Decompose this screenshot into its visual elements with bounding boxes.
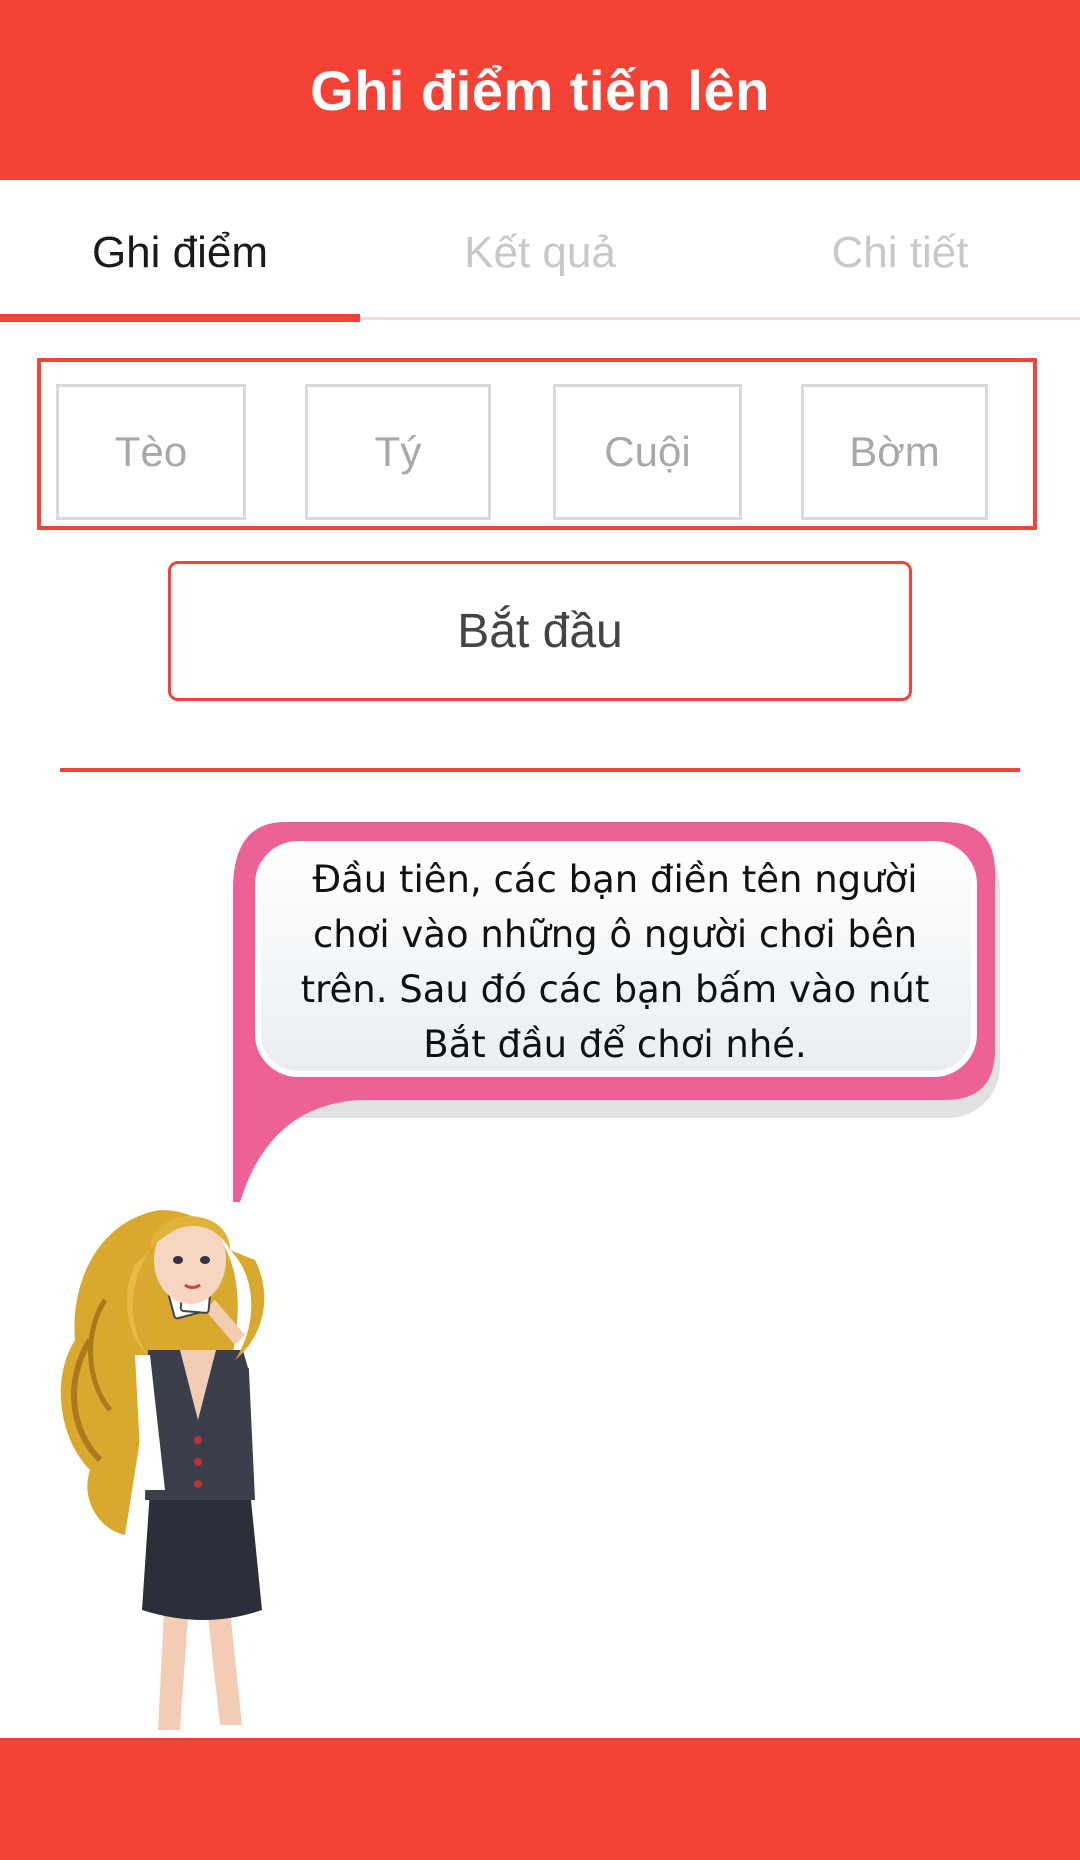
tab-label: Ghi điểm <box>91 227 269 277</box>
player-4-input[interactable] <box>801 384 988 520</box>
active-tab-indicator <box>0 314 360 322</box>
tab-ghi-diem[interactable]: Ghi điểm <box>0 180 360 325</box>
tab-bar: Ghi điểm Kết quả Chi tiết <box>0 180 1080 325</box>
guide-message: Đầu tiên, các bạn điền tên người chơi và… <box>300 858 930 1066</box>
player-2-input[interactable] <box>305 384 491 520</box>
app-header: Ghi điểm tiến lên <box>0 0 1080 180</box>
start-button[interactable]: Bắt đầu <box>168 561 912 701</box>
bottom-banner <box>0 1738 1080 1860</box>
tab-ket-qua[interactable]: Kết quả <box>360 180 720 325</box>
player-1-input[interactable] <box>56 384 246 520</box>
card-dealer-girl-icon <box>60 1210 300 1730</box>
player-names-panel <box>37 358 1037 530</box>
tab-label: Kết quả <box>464 227 616 277</box>
tab-label: Chi tiết <box>831 227 969 277</box>
player-3-input[interactable] <box>553 384 742 520</box>
app-title: Ghi điểm tiến lên <box>310 58 770 122</box>
app-screen: Ghi điểm tiến lên Ghi điểm Kết quả Chi t… <box>0 0 1080 1860</box>
section-divider <box>60 768 1020 772</box>
tab-chi-tiet[interactable]: Chi tiết <box>720 180 1080 325</box>
